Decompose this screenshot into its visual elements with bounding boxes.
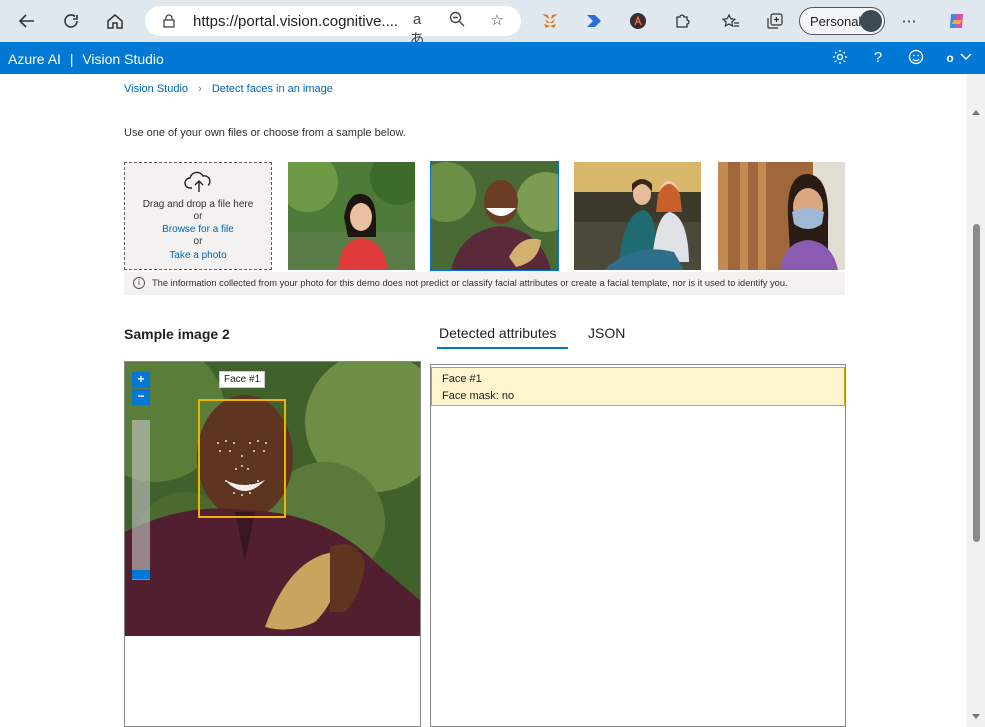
profile-label: Personal [810, 14, 862, 29]
browse-file-link[interactable]: Browse for a file [125, 224, 271, 235]
zoom-out-button[interactable]: − [132, 389, 150, 405]
sample-image-4[interactable] [718, 162, 845, 270]
favorite-star-icon[interactable]: ☆ [487, 11, 507, 31]
take-photo-link[interactable]: Take a photo [125, 250, 271, 261]
sample-image-2[interactable] [430, 161, 559, 271]
sample-image-3[interactable] [574, 162, 701, 270]
or-text: or [193, 211, 203, 222]
app-title[interactable]: Azure AI | Vision Studio [8, 51, 164, 67]
zoom-slider-thumb[interactable] [132, 570, 150, 579]
url-text[interactable]: https://portal.vision.cognitive.... [193, 13, 398, 30]
read-aloud-icon[interactable]: aあ [407, 11, 427, 48]
chevron-right-icon: › [198, 83, 202, 95]
breadcrumb: Vision Studio › Detect faces in an image [124, 83, 333, 95]
zoom-in-button[interactable]: + [132, 372, 150, 388]
tab-json[interactable]: JSON [588, 325, 625, 341]
product-name: Vision Studio [82, 51, 164, 67]
avatar [860, 10, 882, 32]
chevron-down-icon[interactable] [957, 49, 975, 67]
refresh-icon[interactable] [56, 6, 86, 36]
tab-detected-attributes[interactable]: Detected attributes [439, 325, 557, 341]
file-drop-zone[interactable]: Drag and drop a file here or Browse for … [124, 162, 272, 270]
metamask-icon[interactable] [539, 10, 561, 32]
face-bounding-box[interactable] [198, 399, 286, 518]
brand-name: Azure AI [8, 51, 61, 67]
face-label-tag: Face #1 [219, 371, 266, 388]
lock-icon [163, 14, 175, 31]
privacy-notice-text: The information collected from your phot… [152, 278, 788, 288]
sample-image-title: Sample image 2 [124, 326, 230, 342]
active-tab-indicator [437, 347, 568, 349]
sample-image-1[interactable] [288, 162, 415, 270]
scroll-thumb[interactable] [973, 224, 980, 542]
cloud-upload-icon [184, 171, 214, 196]
face-landmarks [217, 440, 267, 496]
favorites-icon[interactable] [720, 10, 742, 32]
scroll-down-arrow-icon[interactable] [972, 714, 980, 719]
face-result-card[interactable]: Face #1 Face mask: no [431, 367, 845, 406]
extension-a-icon[interactable] [627, 10, 649, 32]
info-icon: i [133, 277, 145, 289]
page-scrollbar[interactable] [967, 74, 985, 727]
home-icon[interactable] [100, 6, 130, 36]
image-preview-panel: + − Face #1 [124, 361, 421, 727]
back-icon[interactable] [12, 6, 42, 36]
help-icon[interactable]: ? [869, 49, 887, 67]
zoom-icon[interactable] [447, 11, 467, 31]
address-bar[interactable]: https://portal.vision.cognitive.... aあ ☆ [145, 6, 521, 48]
settings-gear-icon[interactable] [831, 49, 849, 67]
browser-toolbar: https://portal.vision.cognitive.... aあ ☆… [0, 0, 985, 48]
attributes-panel: Face #1 Face mask: no [430, 364, 846, 727]
collections-icon[interactable] [764, 10, 786, 32]
privacy-notice: i The information collected from your ph… [124, 272, 845, 295]
instructions-text: Use one of your own files or choose from… [124, 127, 406, 139]
app-header: Azure AI | Vision Studio ? o [0, 42, 985, 74]
face-mask-result: Face mask: no [442, 390, 515, 402]
title-separator: | [69, 51, 74, 67]
breadcrumb-detect-faces[interactable]: Detect faces in an image [212, 83, 333, 95]
face-result-title: Face #1 [442, 373, 482, 385]
more-menu-icon[interactable]: ⋯ [898, 10, 920, 32]
breadcrumb-vision-studio[interactable]: Vision Studio [124, 83, 188, 95]
copilot-icon[interactable] [946, 10, 968, 32]
extensions-puzzle-icon[interactable] [671, 10, 693, 32]
zoom-slider-track[interactable] [132, 420, 150, 580]
scroll-up-arrow-icon[interactable] [972, 110, 980, 115]
power-automate-icon[interactable] [583, 10, 605, 32]
or-text-2: or [193, 236, 203, 247]
feedback-smiley-icon[interactable] [907, 49, 925, 67]
profile-button[interactable]: Personal [799, 7, 885, 35]
drag-drop-text: Drag and drop a file here [142, 199, 254, 210]
